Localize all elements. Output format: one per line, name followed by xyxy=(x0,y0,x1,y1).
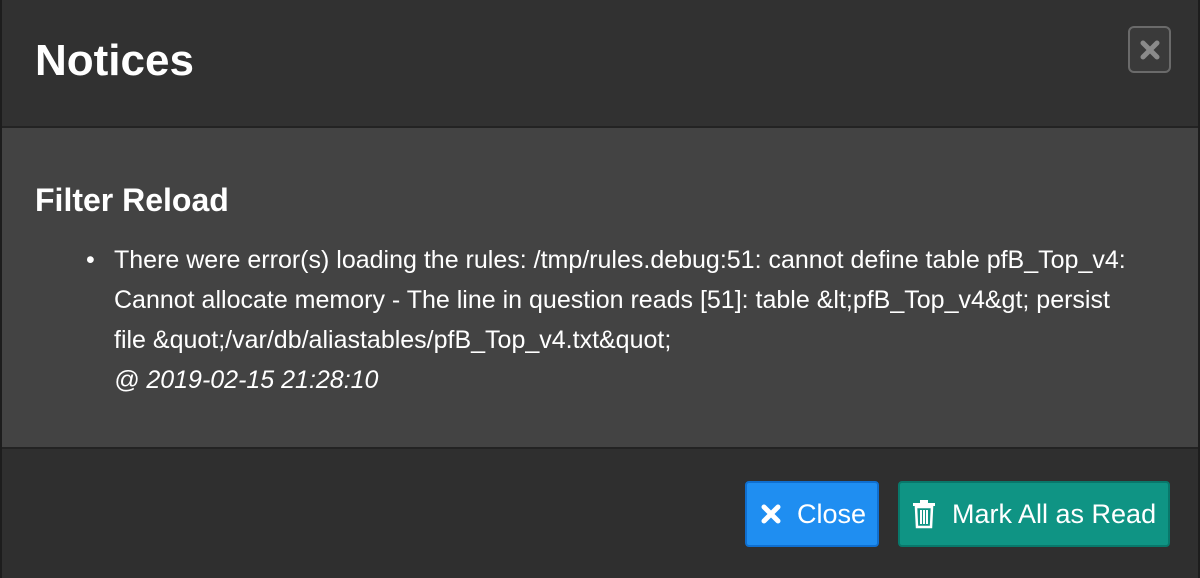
notices-modal: Notices Filter Reload • There were error… xyxy=(0,0,1200,578)
trash-icon xyxy=(910,499,938,529)
close-x-icon xyxy=(1140,40,1159,59)
notice-list: • There were error(s) loading the rules:… xyxy=(86,240,1144,400)
modal-header: Notices xyxy=(2,0,1198,128)
close-button-label: Close xyxy=(797,498,867,529)
notice-item: • There were error(s) loading the rules:… xyxy=(86,240,1144,400)
modal-body: Filter Reload • There were error(s) load… xyxy=(2,128,1198,449)
mark-all-read-label: Mark All as Read xyxy=(952,498,1157,529)
section-title: Filter Reload xyxy=(35,182,229,218)
notice-message: There were error(s) loading the rules: /… xyxy=(114,246,1126,354)
modal-title: Notices xyxy=(35,36,194,85)
bullet-icon: • xyxy=(86,246,95,274)
close-x-icon xyxy=(759,502,783,526)
modal-footer: Close Mark All as Read xyxy=(2,449,1198,578)
header-close-button[interactable] xyxy=(1128,26,1171,73)
close-button[interactable]: Close xyxy=(745,481,879,547)
notice-timestamp: @ 2019-02-15 21:28:10 xyxy=(114,366,379,394)
mark-all-read-button[interactable]: Mark All as Read xyxy=(898,481,1170,547)
